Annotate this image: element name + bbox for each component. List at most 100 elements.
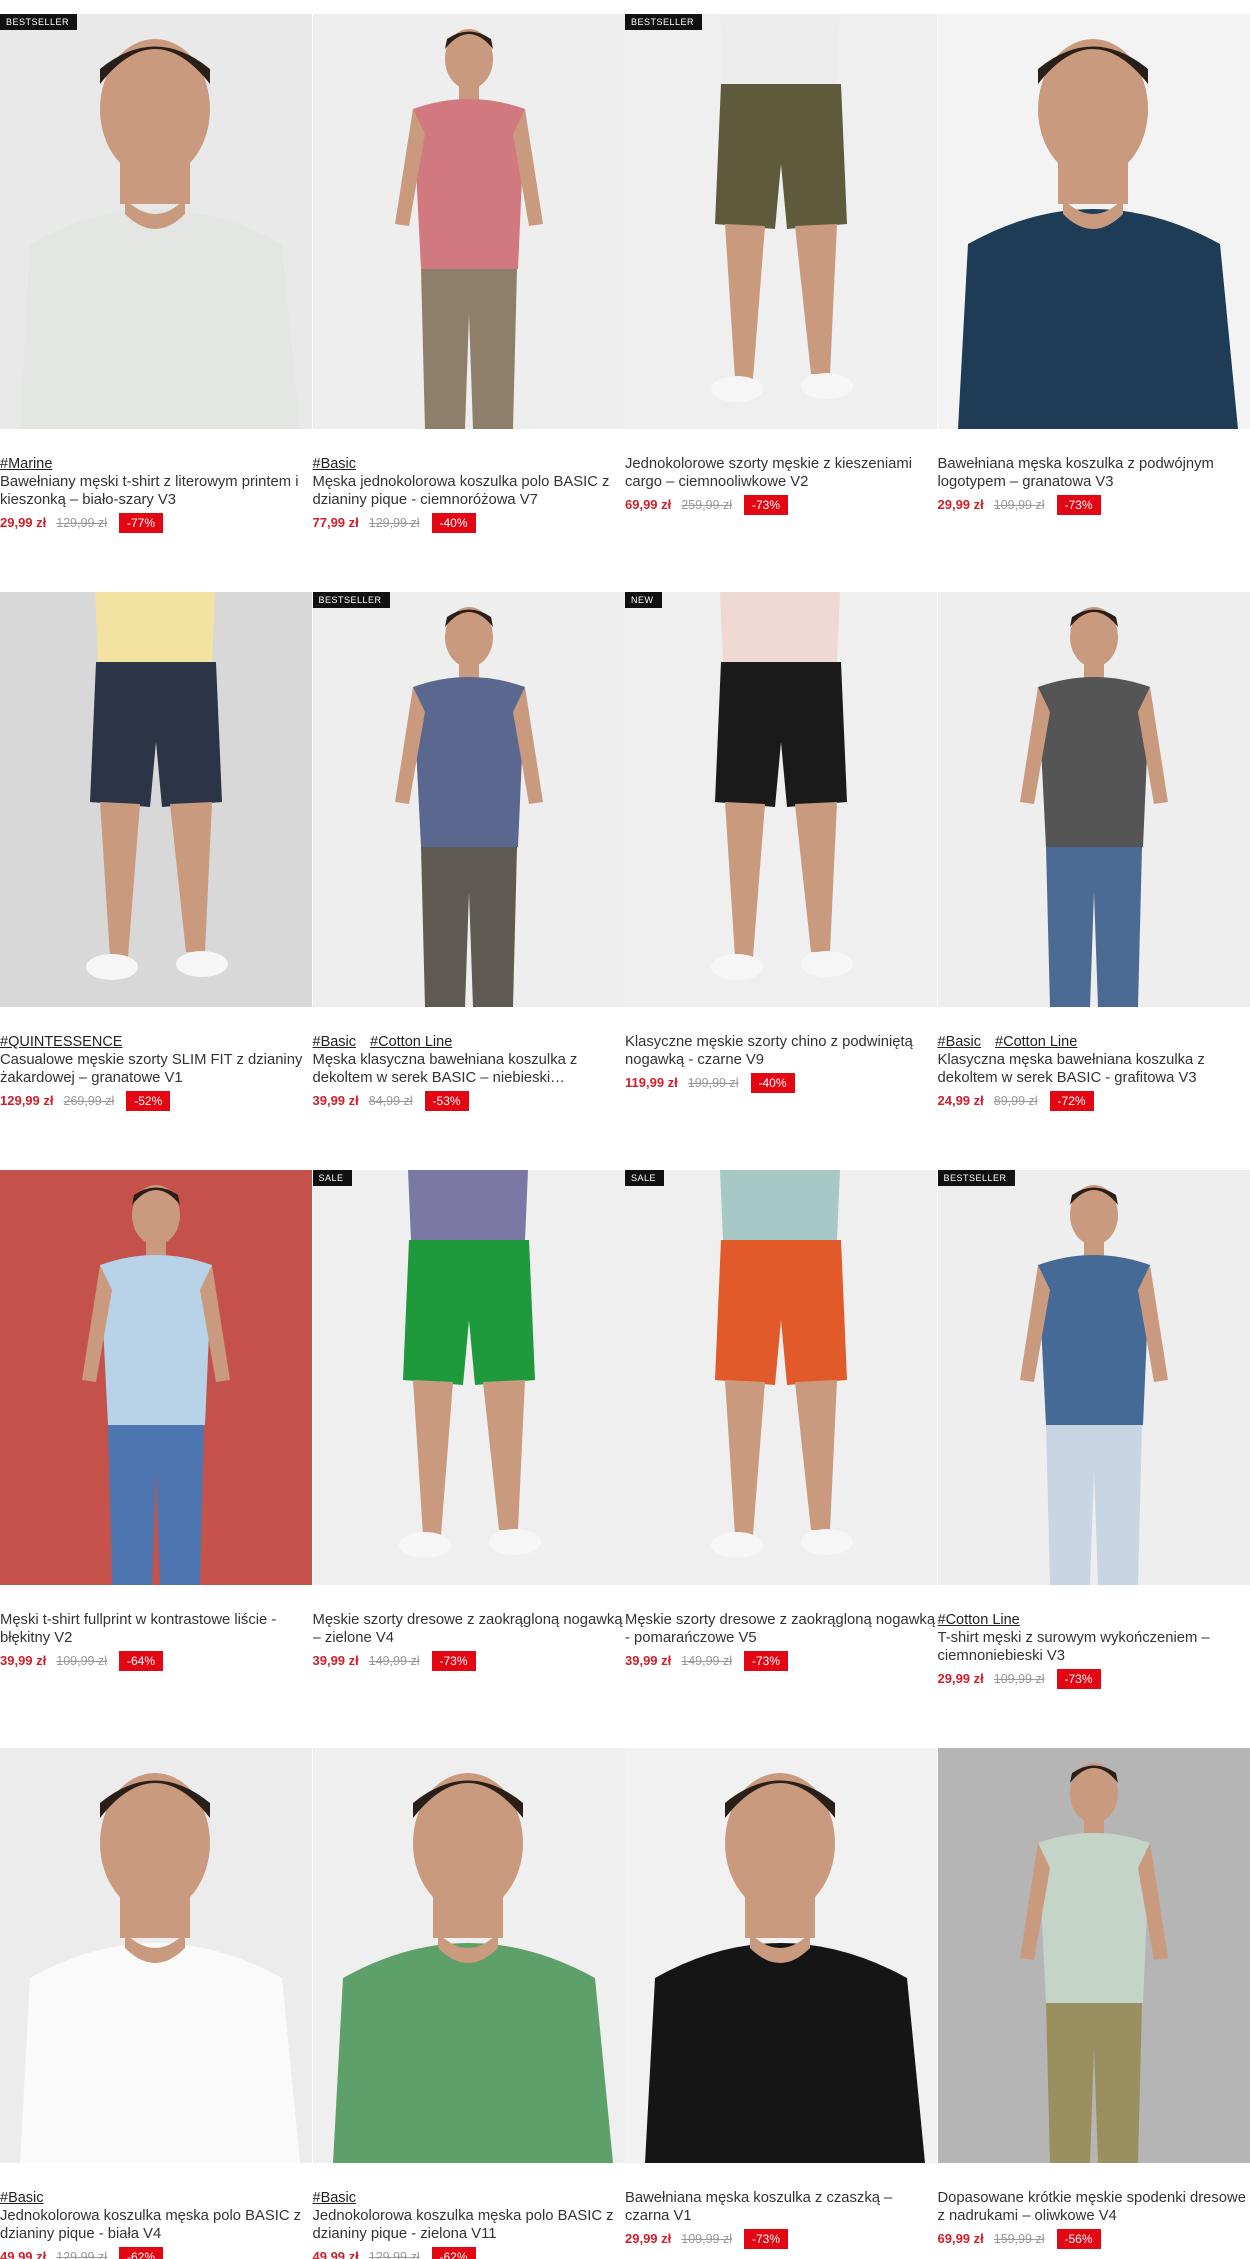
old-price: 109,99 zł [993,1672,1045,1686]
product-image[interactable] [937,592,1250,1007]
product-tags: #Basic [0,2189,312,2207]
product-info: Bawełniana męska koszulka z podwójnym lo… [938,455,1250,515]
product-info: Jednokolorowe szorty męskie z kieszeniam… [625,455,937,515]
price-row: 24,99 zł 89,99 zł -72% [938,1091,1250,1111]
product-name-link[interactable]: Męska klasyczna bawełniana koszulka z de… [313,1051,625,1087]
product-info: #Basic #Cotton Line Klasyczna męska bawełn… [938,1033,1250,1111]
product-info: #Basic Jednokolorowa koszulka męska polo … [0,2189,312,2259]
product-photo [0,1170,312,1585]
old-price: 259,99 zł [681,498,732,512]
product-name-link[interactable]: Jednokolorowa koszulka męska polo BASIC … [0,2207,312,2243]
old-price: 84,99 zł [368,1094,413,1108]
product-photo [0,14,312,429]
product-image[interactable] [625,592,937,1007]
product-image[interactable] [312,1748,625,2163]
product-card[interactable]: Bawełniana męska koszulka z podwójnym lo… [937,14,1250,592]
current-price: 69,99 zł [937,2231,984,2246]
product-card[interactable]: NEW Klasyczne męskie szorty chino z podwi… [625,592,938,1170]
product-card[interactable]: Bawełniana męska koszulka z czaszką – cz… [625,1748,938,2259]
product-tags: #Basic #Cotton Line [938,1033,1250,1051]
price-row: 29,99 zł 129,99 zł -77% [0,513,312,533]
discount-badge: -73% [1056,495,1101,515]
product-card[interactable]: #QUINTESSENCE Casualowe męskie szorty SLI… [0,592,313,1170]
current-price: 39,99 zł [625,1653,672,1668]
product-image[interactable] [0,592,312,1007]
product-name-link[interactable]: Klasyczna męska bawełniana koszulka z de… [938,1051,1250,1087]
product-name-link[interactable]: Jednokolorowe szorty męskie z kieszeniam… [625,455,937,491]
product-name-link[interactable]: Męski t-shirt fullprint w kontrastowe li… [0,1611,312,1647]
product-card[interactable]: #Basic Męska jednokolorowa koszulka polo … [312,14,626,592]
product-card[interactable]: BESTSELLER #Cotton Line T-shirt męski z su… [937,1170,1250,1748]
collection-tag-link[interactable]: #Basic [313,2190,357,2206]
old-price: 89,99 zł [993,1094,1038,1108]
collection-tag-link[interactable]: #Marine [0,456,52,472]
discount-badge: -53% [424,1091,469,1111]
collection-tag-link[interactable]: #Cotton Line [995,1034,1077,1050]
product-name-link[interactable]: T-shirt męski z surowym wykończeniem – c… [938,1629,1250,1665]
price-row: 69,99 zł 259,99 zł -73% [625,495,937,515]
product-info: #QUINTESSENCE Casualowe męskie szorty SLI… [0,1033,312,1111]
product-card[interactable]: BESTSELLER #Marine Bawełniany męski t-shir… [0,14,313,592]
product-tags: #Basic [313,2189,625,2207]
price-row: 49,99 zł 129,99 zł -62% [313,2247,625,2259]
product-photo [0,592,312,1007]
product-card[interactable]: BESTSELLER #Basic #Cotton Line Męska klasyc… [312,592,626,1170]
collection-tag-link[interactable]: #Basic [0,2190,44,2206]
price-row: 119,99 zł 199,99 zł -40% [625,1073,937,1093]
product-image[interactable] [625,1170,937,1585]
product-image[interactable] [312,14,625,429]
product-image[interactable] [937,1170,1250,1585]
product-image[interactable] [625,1748,937,2163]
collection-tag-link[interactable]: #Cotton Line [938,1612,1020,1628]
product-card[interactable]: Męski t-shirt fullprint w kontrastowe li… [0,1170,313,1748]
price-row: 77,99 zł 129,99 zł -40% [312,513,625,533]
product-card[interactable]: #Basic Jednokolorowa koszulka męska polo … [0,1748,313,2259]
product-badge: SALE [312,1170,352,1186]
product-card[interactable]: #Basic Jednokolorowa koszulka męska polo … [312,1748,626,2259]
product-name-link[interactable]: Jednokolorowa koszulka męska polo BASIC … [313,2207,625,2243]
collection-tag-link[interactable]: #Cotton Line [370,1034,452,1050]
product-badge: BESTSELLER [625,14,703,30]
price-row: 39,99 zł 149,99 zł -73% [625,1651,937,1671]
product-image[interactable] [937,1748,1250,2163]
discount-badge: -52% [126,1091,171,1111]
discount-badge: -73% [744,495,789,515]
current-price: 29,99 zł [625,2231,672,2246]
product-name-link[interactable]: Męskie szorty dresowe z zaokrągloną noga… [625,1611,937,1647]
product-card[interactable]: SALE Męskie szorty dresowe z zaokrągloną … [625,1170,938,1748]
old-price: 159,99 zł [993,2232,1045,2246]
product-name-link[interactable]: Bawełniany męski t-shirt z literowym pri… [0,473,312,509]
collection-tag-link[interactable]: #Basic [938,1034,982,1050]
collection-tag-link[interactable]: #Basic [313,456,357,472]
current-price: 77,99 zł [312,515,359,530]
product-image[interactable] [312,592,625,1007]
product-name-link[interactable]: Casualowe męskie szorty SLIM FIT z dzian… [0,1051,312,1087]
product-name-link[interactable]: Bawełniana męska koszulka z podwójnym lo… [938,455,1250,491]
product-name-link[interactable]: Męska jednokolorowa koszulka polo BASIC … [313,473,625,509]
product-image[interactable] [937,14,1250,429]
product-card[interactable]: Dopasowane krótkie męskie spodenki dreso… [937,1748,1250,2259]
old-price: 149,99 zł [368,1654,420,1668]
product-info: #Basic #Cotton Line Męska klasyczna bawełn… [313,1033,625,1111]
product-card[interactable]: BESTSELLER Jednokolorowe szorty męskie z … [625,14,938,592]
product-tags: #Basic [313,455,625,473]
product-image[interactable] [0,14,312,429]
collection-tag-link[interactable]: #QUINTESSENCE [0,1034,122,1050]
product-name-link[interactable]: Klasyczne męskie szorty chino z podwinię… [625,1033,937,1069]
product-image[interactable] [312,1170,625,1585]
product-info: Klasyczne męskie szorty chino z podwinię… [625,1033,937,1093]
product-image[interactable] [0,1748,312,2163]
product-grid: BESTSELLER #Marine Bawełniany męski t-shir… [0,14,1250,2259]
product-image[interactable] [0,1170,312,1585]
product-name-link[interactable]: Dopasowane krótkie męskie spodenki dreso… [938,2189,1250,2225]
discount-badge: -73% [744,2229,789,2249]
product-name-link[interactable]: Męskie szorty dresowe z zaokrągloną noga… [313,1611,625,1647]
product-card[interactable]: SALE Męskie szorty dresowe z zaokrągloną … [312,1170,626,1748]
product-card[interactable]: #Basic #Cotton Line Klasyczna męska bawełn… [937,592,1250,1170]
product-badge: BESTSELLER [312,592,390,608]
product-name-link[interactable]: Bawełniana męska koszulka z czaszką – cz… [625,2189,937,2225]
product-info: Męski t-shirt fullprint w kontrastowe li… [0,1611,312,1671]
product-image[interactable] [625,14,937,429]
current-price: 49,99 zł [0,2249,47,2259]
collection-tag-link[interactable]: #Basic [313,1034,357,1050]
